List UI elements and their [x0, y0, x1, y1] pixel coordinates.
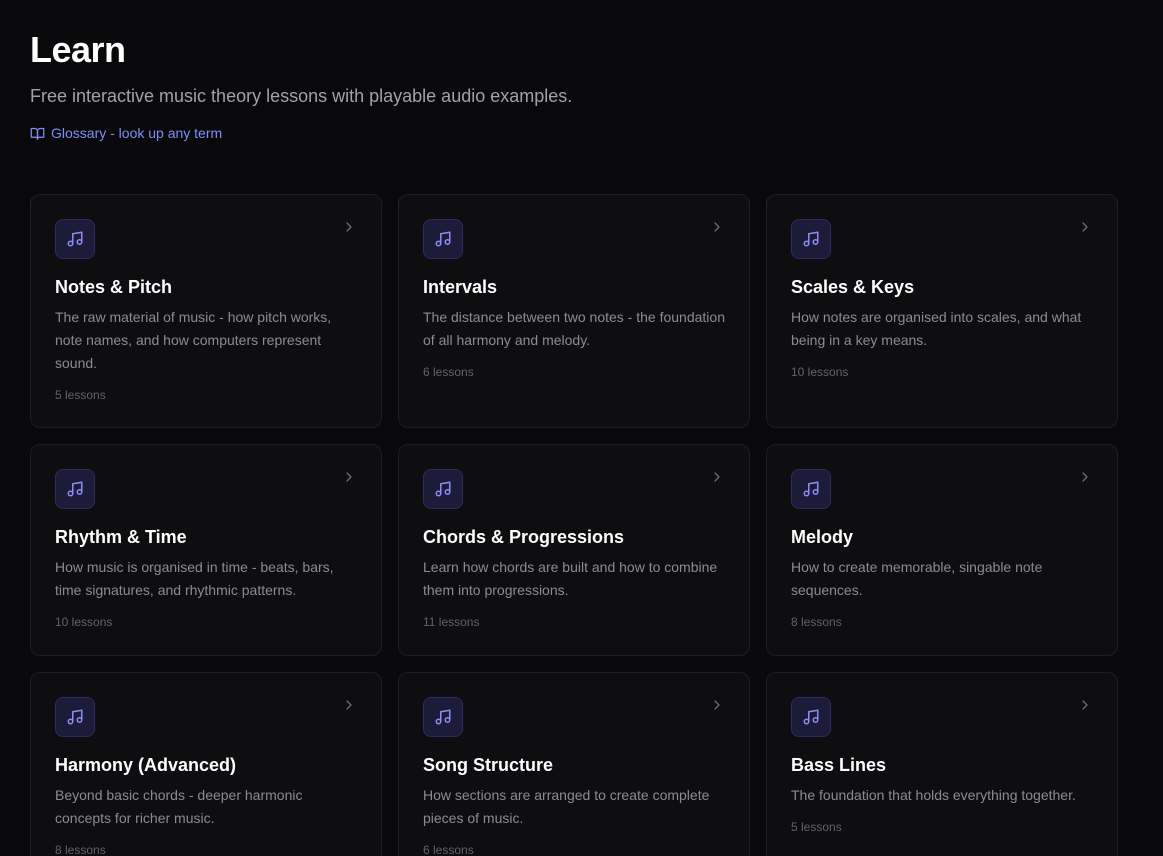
chevron-right-icon: [714, 222, 720, 232]
lesson-count: 6 lessons: [423, 365, 474, 379]
topic-card-notes-pitch[interactable]: Notes & Pitch The raw material of music …: [30, 194, 382, 428]
music-note-icon: [791, 469, 831, 509]
music-note-icon: [791, 219, 831, 259]
music-note-icon: [423, 697, 463, 737]
topic-card-song-structure[interactable]: Song Structure How sections are arranged…: [398, 672, 750, 856]
page-subtitle: Free interactive music theory lessons wi…: [30, 86, 573, 106]
topic-grid: Notes & Pitch The raw material of music …: [30, 194, 1118, 856]
topic-card-bass-lines[interactable]: Bass Lines The foundation that holds eve…: [766, 672, 1118, 856]
lesson-count: 5 lessons: [791, 820, 842, 834]
book-open-icon: [30, 127, 45, 140]
chevron-right-icon: [346, 222, 352, 232]
topic-card-chords-progressions[interactable]: Chords & Progressions Learn how chords a…: [398, 444, 750, 656]
topic-description: How sections are arranged to create comp…: [423, 787, 710, 826]
chevron-right-icon: [714, 472, 720, 482]
music-note-icon: [55, 219, 95, 259]
topic-description: How to create memorable, singable note s…: [791, 559, 1043, 598]
chevron-right-icon: [346, 700, 352, 710]
lesson-count: 10 lessons: [55, 615, 113, 629]
topic-title: Song Structure: [423, 755, 554, 775]
lesson-count: 10 lessons: [791, 365, 849, 379]
topic-title: Harmony (Advanced): [55, 755, 237, 775]
lesson-count: 8 lessons: [55, 843, 106, 856]
page-title: Learn: [30, 29, 126, 70]
topic-description: Beyond basic chords - deeper harmonic co…: [55, 787, 303, 826]
music-note-icon: [55, 697, 95, 737]
glossary-link[interactable]: Glossary - look up any term: [30, 124, 222, 142]
topic-description: How music is organised in time - beats, …: [55, 559, 334, 598]
lesson-count: 11 lessons: [423, 615, 480, 629]
topic-description: The foundation that holds everything tog…: [791, 787, 1076, 803]
music-note-icon: [791, 697, 831, 737]
topic-title: Scales & Keys: [791, 277, 915, 297]
topic-card-rhythm-time[interactable]: Rhythm & Time How music is organised in …: [30, 444, 382, 656]
topic-card-scales-keys[interactable]: Scales & Keys How notes are organised in…: [766, 194, 1118, 428]
topic-card-melody[interactable]: Melody How to create memorable, singable…: [766, 444, 1118, 656]
chevron-right-icon: [346, 472, 352, 482]
learn-page: Learn Free interactive music theory less…: [0, 0, 1163, 856]
topic-title: Bass Lines: [791, 755, 887, 775]
topic-description: The raw material of music - how pitch wo…: [55, 309, 332, 371]
topic-card-harmony-advanced[interactable]: Harmony (Advanced) Beyond basic chords -…: [30, 672, 382, 856]
topic-description: How notes are organised into scales, and…: [791, 309, 1082, 348]
topic-card-intervals[interactable]: Intervals The distance between two notes…: [398, 194, 750, 428]
topic-title: Melody: [791, 527, 854, 547]
topic-title: Rhythm & Time: [55, 527, 187, 547]
lesson-count: 8 lessons: [791, 615, 842, 629]
topic-description: The distance between two notes - the fou…: [423, 309, 725, 348]
glossary-link-label: Glossary - look up any term: [51, 125, 223, 141]
chevron-right-icon: [714, 700, 720, 710]
chevron-right-icon: [1082, 700, 1088, 710]
topic-description: Learn how chords are built and how to co…: [423, 559, 718, 598]
music-note-icon: [423, 469, 463, 509]
topic-title: Intervals: [423, 277, 498, 297]
lesson-count: 5 lessons: [55, 388, 106, 402]
chevron-right-icon: [1082, 472, 1088, 482]
lesson-count: 6 lessons: [423, 843, 474, 856]
topic-title: Chords & Progressions: [423, 527, 625, 547]
music-note-icon: [55, 469, 95, 509]
topic-title: Notes & Pitch: [55, 277, 173, 297]
music-note-icon: [423, 219, 463, 259]
chevron-right-icon: [1082, 222, 1088, 232]
